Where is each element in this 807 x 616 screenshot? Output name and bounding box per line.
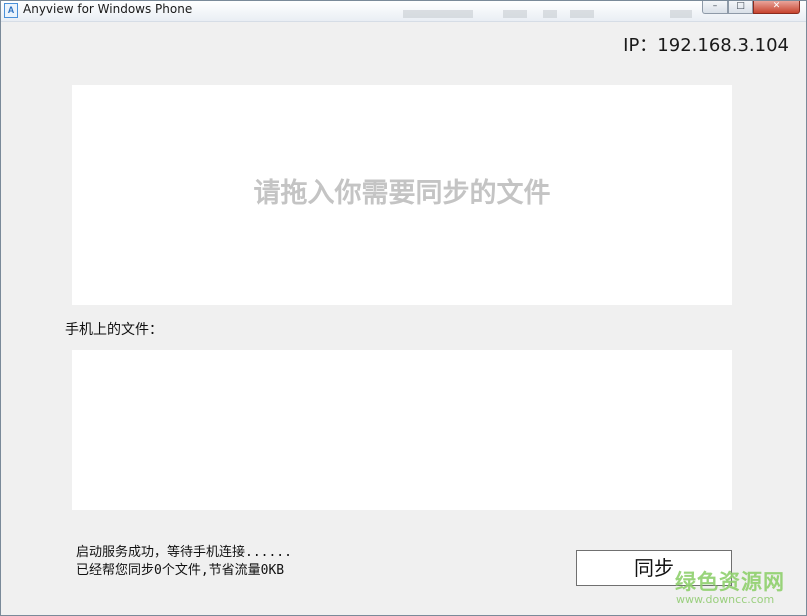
- phone-files-label: 手机上的文件：: [65, 322, 163, 338]
- minimize-icon: –: [712, 1, 718, 11]
- file-drop-zone[interactable]: 请拖入你需要同步的文件: [72, 85, 732, 305]
- close-icon: ✕: [772, 1, 781, 11]
- background-menu-blur: [570, 10, 594, 18]
- background-menu-blur: [403, 10, 473, 18]
- background-menu-blur: [503, 10, 527, 18]
- close-button[interactable]: ✕: [753, 1, 800, 14]
- phone-files-list[interactable]: [72, 350, 732, 510]
- background-menu-blur: [670, 10, 692, 18]
- maximize-icon: □: [736, 1, 745, 11]
- app-icon: A: [4, 3, 18, 18]
- minimize-button[interactable]: –: [702, 1, 728, 14]
- watermark-url: www.downcc.com: [676, 593, 775, 606]
- ip-address-label: IP：192.168.3.104: [623, 35, 789, 56]
- maximize-button[interactable]: □: [728, 1, 753, 14]
- drop-zone-hint: 请拖入你需要同步的文件: [253, 178, 551, 209]
- window-title: Anyview for Windows Phone: [23, 2, 193, 16]
- status-message-connection: 启动服务成功，等待手机连接......: [76, 545, 292, 560]
- background-menu-blur: [543, 10, 557, 18]
- app-window: A Anyview for Windows Phone – □ ✕ IP：192…: [0, 0, 807, 616]
- title-bar[interactable]: A Anyview for Windows Phone – □ ✕: [1, 1, 806, 22]
- watermark-logo: 绿色资源网: [675, 570, 785, 594]
- status-message-sync-summary: 已经帮您同步0个文件,节省流量0KB: [76, 563, 285, 578]
